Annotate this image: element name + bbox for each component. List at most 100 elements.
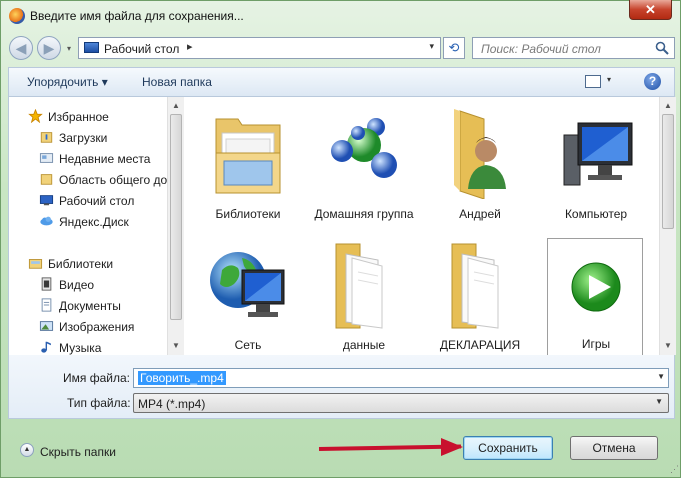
item-label: Сеть xyxy=(234,338,262,352)
item-network[interactable]: Сеть xyxy=(193,232,303,355)
user-folder-icon xyxy=(454,109,506,199)
hide-folders-button[interactable]: Скрыть папки xyxy=(40,445,116,459)
cancel-button[interactable]: Отмена xyxy=(570,436,658,460)
back-button[interactable]: ◀ xyxy=(9,36,33,60)
item-label: ДЕКЛАРАЦИЯ xyxy=(439,338,521,352)
firefox-icon xyxy=(9,8,25,24)
documents-icon xyxy=(41,298,52,312)
libraries-icon xyxy=(28,259,43,269)
annotation-arrow-icon xyxy=(441,438,463,456)
scroll-up-icon[interactable]: ▲ xyxy=(172,101,180,110)
scrollbar-thumb[interactable] xyxy=(170,114,182,320)
network-icon xyxy=(210,252,285,317)
dialog-footer: ▲ Скрыть папки Сохранить Отмена ⋰ xyxy=(1,419,680,477)
video-icon xyxy=(41,277,52,291)
sidebar-item-label: Загрузки xyxy=(59,131,108,145)
item-label: Домашняя группа xyxy=(314,207,414,221)
file-grid: Библиотеки Домашняя группа Андрей Компью… xyxy=(185,97,659,355)
filetype-label: Тип файла: xyxy=(67,396,131,410)
item-folder-data[interactable]: данные xyxy=(309,232,419,355)
filename-field[interactable]: Говорить_.mp4 ▼ xyxy=(133,368,669,388)
item-label: Библиотеки xyxy=(215,207,281,221)
organize-button[interactable]: Упорядочить ▾ xyxy=(27,75,108,89)
collapse-icon[interactable]: ▲ xyxy=(20,443,34,457)
help-icon[interactable]: ? xyxy=(644,73,661,90)
search-placeholder: Поиск: Рабочий стол xyxy=(481,42,601,56)
item-computer[interactable]: Компьютер xyxy=(541,101,651,226)
address-dropdown-icon[interactable]: ▾ xyxy=(429,41,434,52)
folder-icon xyxy=(40,174,53,185)
item-games[interactable]: Игры xyxy=(547,238,643,355)
sidebar-scrollbar[interactable]: ▲ ▼ xyxy=(167,97,184,355)
item-label: Компьютер xyxy=(564,207,628,221)
filetype-select[interactable]: MP4 (*.mp4) ▼ xyxy=(133,393,669,413)
recent-pages-dropdown[interactable]: ▾ xyxy=(67,44,75,53)
chevron-down-icon[interactable]: ▼ xyxy=(657,372,665,381)
scroll-down-icon[interactable]: ▼ xyxy=(664,341,672,350)
scrollbar-thumb[interactable] xyxy=(662,114,674,229)
music-note-icon xyxy=(41,341,51,353)
address-bar[interactable]: Рабочий стол ▸ ▾ xyxy=(78,37,441,59)
sidebar-item-music[interactable]: Музыка xyxy=(9,338,167,355)
item-user-folder[interactable]: Андрей xyxy=(425,101,535,226)
sidebar-item-label: Рабочий стол xyxy=(59,194,135,208)
file-form: Имя файла: Говорить_.mp4 ▼ Тип файла: MP… xyxy=(8,355,675,419)
sidebar-item-label: Документы xyxy=(59,299,121,313)
forward-button[interactable]: ▶ xyxy=(37,36,61,60)
scroll-up-icon[interactable]: ▲ xyxy=(664,101,672,110)
sidebar-item-downloads[interactable]: Загрузки xyxy=(9,128,167,148)
sidebar-item-desktop[interactable]: Рабочий стол xyxy=(9,191,167,211)
sidebar-item-documents[interactable]: Документы xyxy=(9,296,167,316)
homegroup-icon xyxy=(331,118,397,178)
item-label: Игры xyxy=(581,337,611,351)
filetype-value: MP4 (*.mp4) xyxy=(138,397,206,411)
new-folder-button[interactable]: Новая папка xyxy=(142,75,212,89)
star-icon xyxy=(28,109,43,123)
chevron-down-icon[interactable]: ▼ xyxy=(655,397,663,406)
sidebar-item-recent[interactable]: Недавние места xyxy=(9,149,167,169)
content-area: Избранное Загрузки Недавние места Област… xyxy=(8,97,676,355)
cloud-icon xyxy=(40,216,53,226)
item-folder-declaration[interactable]: ДЕКЛАРАЦИЯ xyxy=(425,232,535,355)
navigation-bar: ◀ ▶ ▾ Рабочий стол ▸ ▾ ⟲ Поиск: Рабочий … xyxy=(1,31,680,65)
sidebar-item-label: Изображения xyxy=(59,320,135,334)
sidebar-item-favorites[interactable]: Избранное xyxy=(9,107,167,127)
command-toolbar: Упорядочить ▾ Новая папка ▾ ? xyxy=(8,67,675,97)
sidebar-item-libraries[interactable]: Библиотеки xyxy=(9,254,167,274)
sidebar-item-yandex-disk[interactable]: Яндекс.Диск xyxy=(9,212,167,232)
pictures-icon xyxy=(39,321,54,331)
search-icon[interactable] xyxy=(655,41,669,55)
item-homegroup[interactable]: Домашняя группа xyxy=(309,101,419,226)
view-dropdown-icon[interactable]: ▾ xyxy=(607,75,611,84)
address-path[interactable]: Рабочий стол xyxy=(104,42,179,56)
breadcrumb-chevron-icon[interactable]: ▸ xyxy=(187,40,193,53)
desktop-icon xyxy=(84,42,99,53)
resize-grip-icon[interactable]: ⋰ xyxy=(670,464,679,475)
save-dialog: Введите имя файла для сохранения... ✕ ◀ … xyxy=(0,0,681,478)
sidebar-item-label: Библиотеки xyxy=(48,257,114,271)
item-label: данные xyxy=(342,338,386,352)
item-label: Андрей xyxy=(459,207,501,221)
sidebar-item-video[interactable]: Видео xyxy=(9,275,167,295)
recent-places-icon xyxy=(39,153,54,163)
desktop-icon xyxy=(39,195,54,206)
scroll-down-icon[interactable]: ▼ xyxy=(172,341,180,350)
refresh-button[interactable]: ⟲ xyxy=(443,37,465,59)
close-button[interactable]: ✕ xyxy=(629,0,672,20)
sidebar-item-label: Яндекс.Диск xyxy=(59,215,129,229)
content-scrollbar[interactable]: ▲ ▼ xyxy=(659,97,676,355)
sidebar-item-shared[interactable]: Область общего доступа xyxy=(9,170,167,190)
save-button[interactable]: Сохранить xyxy=(463,436,553,460)
view-options-icon[interactable] xyxy=(585,75,601,88)
sidebar-item-pictures[interactable]: Изображения xyxy=(9,317,167,337)
folder-icon xyxy=(451,243,499,329)
filename-label: Имя файла: xyxy=(63,371,130,385)
sidebar-item-label: Музыка xyxy=(59,341,102,355)
sidebar-item-label: Избранное xyxy=(48,110,109,124)
item-libraries[interactable]: Библиотеки xyxy=(193,101,303,226)
window-title: Введите имя файла для сохранения... xyxy=(30,9,244,23)
filename-value[interactable]: Говорить_.mp4 xyxy=(138,371,226,385)
search-input[interactable]: Поиск: Рабочий стол xyxy=(472,37,675,59)
sidebar-item-label: Область общего доступа xyxy=(59,173,167,187)
sidebar-item-label: Недавние места xyxy=(59,152,151,166)
